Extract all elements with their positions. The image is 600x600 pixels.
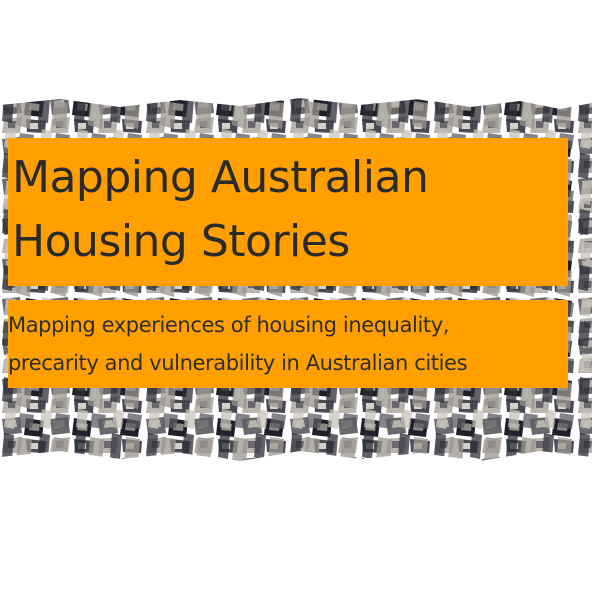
page-title-line-2: Housing Stories [12,216,350,267]
subtitle-box: Mapping experiences of housing inequalit… [8,300,568,388]
subtitle-line-2: precarity and vulnerability in Australia… [8,351,468,375]
title-box: Mapping Australian Housing Stories [8,138,568,286]
subtitle-line-1: Mapping experiences of housing inequalit… [8,313,450,337]
banner: Mapping Australian Housing Stories Mappi… [0,0,600,600]
page-title-line-1: Mapping Australian [12,152,429,203]
